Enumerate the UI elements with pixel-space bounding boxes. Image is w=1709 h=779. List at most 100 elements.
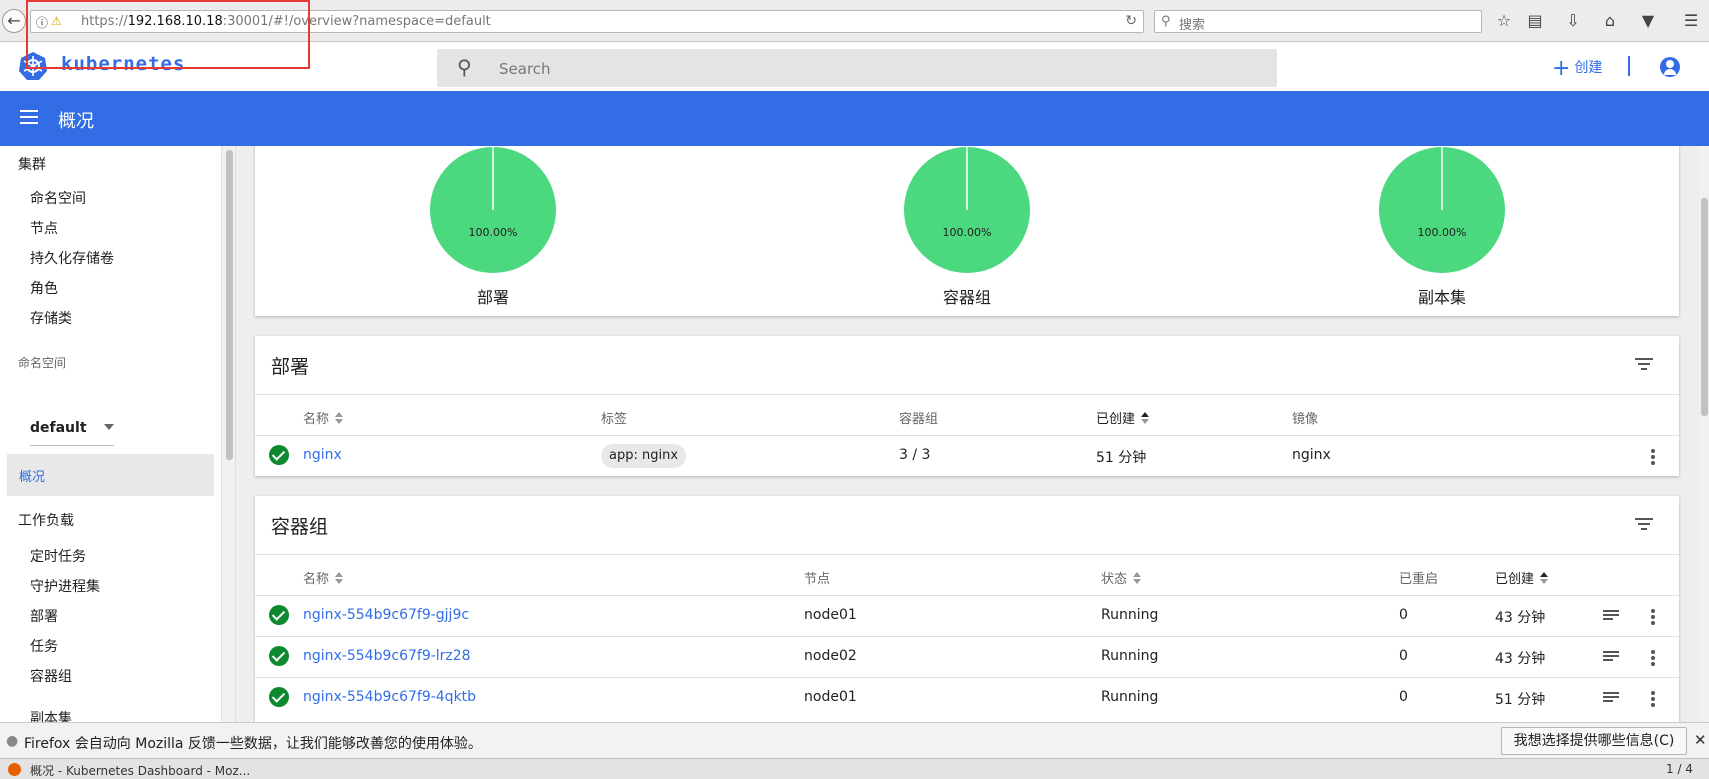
pie-replica-sets: 100.00%: [1379, 147, 1505, 273]
sidebar-item-namespaces[interactable]: 命名空间: [30, 188, 86, 208]
column-header-images: 镜像: [1292, 412, 1319, 427]
sort-icon: [335, 412, 344, 424]
pod-node: node01: [804, 607, 857, 623]
create-label: 创建: [1574, 60, 1603, 76]
namespace-select[interactable]: default: [30, 416, 114, 446]
column-header-status[interactable]: 状态: [1101, 568, 1142, 587]
choose-data-button[interactable]: 我想选择提供哪些信息(C): [1501, 727, 1687, 755]
pie-deployments: 100.00%: [430, 147, 556, 273]
more-actions-icon[interactable]: [1651, 691, 1655, 707]
logs-icon[interactable]: [1603, 651, 1619, 664]
namespace-value: default: [30, 420, 87, 436]
account-icon[interactable]: [1660, 57, 1680, 77]
main-content: 100.00% 100.00% 100.00% 部署 容器组 副本集 部署 名称…: [236, 146, 1709, 722]
pod-created: 43 分钟: [1495, 651, 1546, 667]
pod-name-link[interactable]: nginx-554b9c67f9-gjj9c: [303, 607, 469, 623]
download-icon[interactable]: ⇩: [1562, 11, 1584, 30]
pod-status: Running: [1101, 689, 1159, 705]
address-bar[interactable]: ⓘ ⚠ https://192.168.10.18:30001/#!/overv…: [30, 10, 1144, 33]
sidebar-item-deployments[interactable]: 部署: [30, 606, 58, 626]
divider: [255, 636, 1679, 637]
close-icon[interactable]: ✕: [1694, 731, 1707, 749]
pod-created: 43 分钟: [1495, 610, 1546, 626]
sidebar-item-cron-jobs[interactable]: 定时任务: [30, 546, 86, 566]
pod-name-link[interactable]: nginx-554b9c67f9-lrz28: [303, 648, 471, 664]
pod-name-link[interactable]: nginx-554b9c67f9-4qktb: [303, 689, 476, 705]
label-chip: app: nginx: [601, 444, 687, 468]
pod-status: Running: [1101, 648, 1159, 664]
column-header-created[interactable]: 已创建: [1495, 568, 1549, 587]
more-actions-icon[interactable]: [1651, 449, 1655, 465]
filter-icon[interactable]: [1635, 358, 1653, 370]
sidebar-item-overview-label: 概况: [19, 470, 46, 485]
sidebar-item-persistent-volumes[interactable]: 持久化存储卷: [30, 248, 114, 268]
column-header-restarts: 已重启: [1399, 572, 1439, 587]
deployment-created: 51 分钟: [1096, 450, 1147, 466]
sort-icon: [335, 572, 344, 584]
search-placeholder: Search: [499, 60, 551, 78]
pod-restarts: 0: [1399, 648, 1408, 664]
sort-icon: [1133, 572, 1142, 584]
reading-list-icon[interactable]: ▤: [1524, 11, 1546, 30]
pie-replica-sets-label: 副本集: [1417, 288, 1466, 307]
home-icon[interactable]: ⌂: [1599, 11, 1621, 30]
sidebar-item-nodes[interactable]: 节点: [30, 218, 58, 238]
pie-pods-percent: 100.00%: [943, 226, 992, 239]
deployment-pods: 3 / 3: [899, 447, 931, 463]
deployment-name-link[interactable]: nginx: [303, 447, 342, 463]
filter-icon[interactable]: [1635, 518, 1653, 530]
main-scrollbar[interactable]: [1700, 146, 1709, 722]
sidebar-item-roles[interactable]: 角色: [30, 278, 58, 298]
back-button[interactable]: ←: [2, 9, 26, 33]
divider: [255, 595, 1679, 596]
logs-icon[interactable]: [1603, 610, 1619, 623]
workload-status-card: 100.00% 100.00% 100.00% 部署 容器组 副本集: [255, 146, 1679, 316]
sidebar-heading-workloads[interactable]: 工作负载: [18, 510, 74, 530]
pie-pods-label: 容器组: [942, 288, 991, 307]
firefox-icon: [8, 763, 21, 776]
logs-icon[interactable]: [1603, 692, 1619, 705]
status-ok-icon: [269, 605, 289, 625]
reload-icon[interactable]: ↻: [1125, 13, 1137, 29]
sidebar: 集群 命名空间 节点 持久化存储卷 角色 存储类 命名空间 default 概况…: [0, 146, 222, 722]
sort-icon: [1141, 412, 1150, 424]
column-header-pods: 容器组: [899, 412, 939, 427]
more-actions-icon[interactable]: [1651, 609, 1655, 625]
column-header-created[interactable]: 已创建: [1096, 408, 1150, 427]
more-actions-icon[interactable]: [1651, 650, 1655, 666]
sidebar-heading-cluster[interactable]: 集群: [18, 154, 46, 174]
workspace-indicator[interactable]: 1 / 4: [1666, 762, 1693, 776]
bookmark-star-icon[interactable]: ☆: [1493, 11, 1515, 30]
menu-icon[interactable]: ☰: [1680, 11, 1702, 30]
sidebar-item-daemon-sets[interactable]: 守护进程集: [30, 576, 100, 596]
search-input[interactable]: ⚲ Search: [437, 49, 1277, 87]
browser-search-field[interactable]: ⚲ 搜索: [1154, 10, 1482, 33]
pocket-icon[interactable]: ▼: [1637, 11, 1659, 30]
logo-text[interactable]: kubernetes: [61, 53, 185, 75]
info-icon[interactable]: ⓘ: [36, 14, 48, 31]
pie-deployments-label: 部署: [476, 288, 509, 307]
column-header-name[interactable]: 名称: [303, 408, 344, 427]
sidebar-item-jobs[interactable]: 任务: [30, 636, 58, 656]
browser-toolbar: ← ⓘ ⚠ https://192.168.10.18:30001/#!/ove…: [0, 0, 1709, 42]
sidebar-item-replica-sets[interactable]: 副本集: [30, 708, 72, 722]
url-text[interactable]: https://192.168.10.18:30001/#!/overview?…: [81, 14, 491, 29]
notification-message: Firefox 会自动向 Mozilla 反馈一些数据，让我们能够改善您的使用体…: [24, 736, 482, 752]
plus-icon: +: [1552, 56, 1571, 81]
status-ok-icon: [269, 687, 289, 707]
hamburger-menu-icon[interactable]: [20, 110, 38, 124]
create-button[interactable]: + 创建: [1552, 56, 1602, 81]
sidebar-item-overview[interactable]: 概况: [7, 454, 214, 496]
search-icon: ⚲: [1161, 14, 1171, 29]
pod-status: Running: [1101, 607, 1159, 623]
taskbar-window-title[interactable]: 概况 - Kubernetes Dashboard - Moz...: [30, 762, 250, 779]
warning-icon: ⚠: [51, 14, 62, 28]
pod-node: node02: [804, 648, 857, 664]
column-header-name[interactable]: 名称: [303, 568, 344, 587]
sidebar-item-storage-classes[interactable]: 存储类: [30, 308, 72, 328]
pods-card: 容器组 名称 节点 状态 已重启 已创建 nginx-554b9c67f9-gj…: [255, 496, 1679, 722]
browser-search-placeholder: 搜索: [1179, 18, 1206, 33]
deployment-image: nginx: [1292, 447, 1331, 463]
sidebar-scrollbar[interactable]: [226, 150, 233, 460]
sidebar-item-pods[interactable]: 容器组: [30, 666, 72, 686]
